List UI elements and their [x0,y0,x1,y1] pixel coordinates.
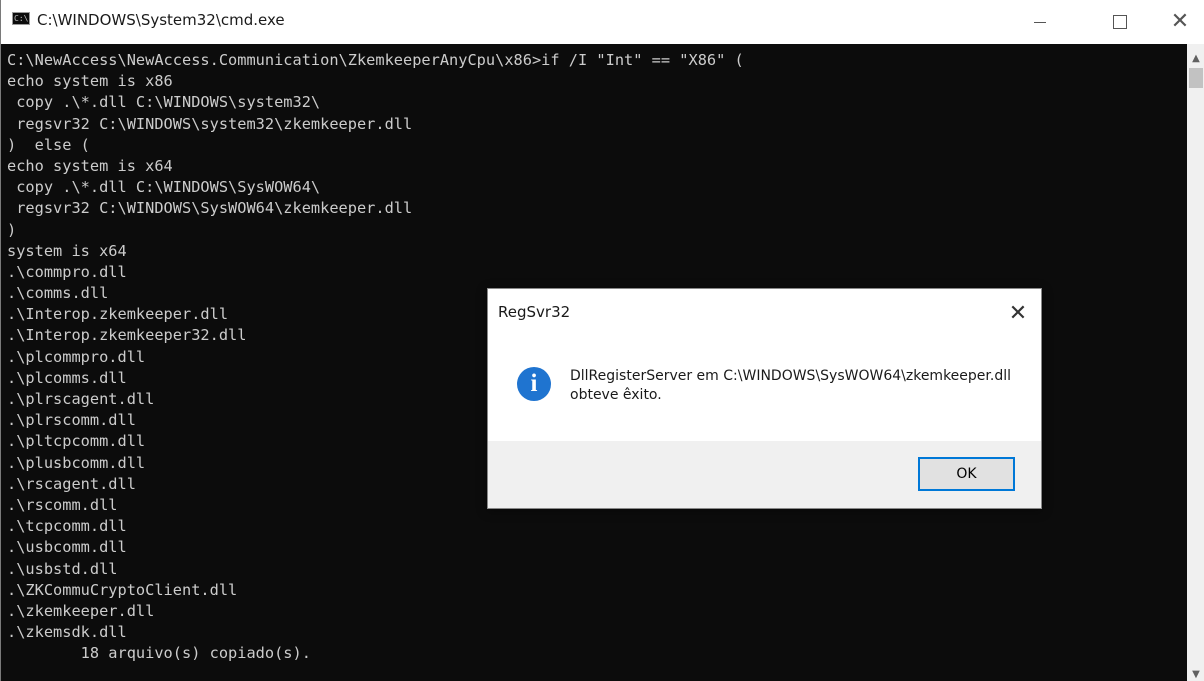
vertical-scrollbar[interactable]: ▲ ▼ [1187,44,1204,681]
console-line: .\commpro.dll [7,262,127,281]
dialog-message-line-2: obteve êxito. [570,387,662,403]
scroll-thumb[interactable] [1189,68,1203,88]
maximize-icon [1113,15,1127,29]
minimize-button[interactable] [1017,0,1063,44]
console-line: ) else ( [7,135,90,154]
dialog-message: DllRegisterServer em C:\WINDOWS\SysWOW64… [570,367,1025,405]
close-button[interactable]: ✕ [1157,0,1203,44]
console-line: ) [7,220,17,239]
console-line: regsvr32 C:\WINDOWS\system32\zkemkeeper.… [7,114,413,133]
ok-button[interactable]: OK [918,457,1015,491]
dialog-title: RegSvr32 [498,303,571,321]
console-line: 18 arquivo(s) copiado(s). [7,644,311,663]
console-line: .\tcpcomm.dll [7,517,127,536]
console-line: C:\NewAccess\NewAccess.Communication\Zke… [7,51,744,69]
console-line: .\zkemsdk.dll [7,623,127,642]
window-title: C:\WINDOWS\System32\cmd.exe [37,11,285,29]
console-line: system is x64 [7,241,127,260]
dialog-message-line-1: DllRegisterServer em C:\WINDOWS\SysWOW64… [570,368,1011,384]
console-line: echo system is x86 [7,72,173,91]
console-line: regsvr32 C:\WINDOWS\SysWOW64\zkemkeeper.… [7,199,413,218]
info-icon: i [517,367,551,401]
minimize-icon [1034,21,1046,23]
dialog-footer: OK [488,441,1041,508]
console-line: echo system is x64 [7,156,173,175]
dialog-close-button[interactable]: ✕ [996,295,1040,331]
maximize-button[interactable] [1097,0,1143,44]
cmd-app-icon: C:\ [12,12,30,25]
console-line: copy .\*.dll C:\WINDOWS\SysWOW64\ [7,178,321,197]
title-bar[interactable]: C:\ C:\WINDOWS\System32\cmd.exe ✕ [1,0,1204,44]
close-icon: ✕ [1170,9,1190,34]
console-line: .\ZKCommuCryptoClient.dll [7,580,238,599]
scroll-up-arrow-icon[interactable]: ▲ [1190,54,1202,64]
close-icon: ✕ [1008,300,1028,326]
scroll-down-arrow-icon[interactable]: ▼ [1190,670,1202,680]
regsvr32-dialog: RegSvr32 ✕ i DllRegisterServer em C:\WIN… [487,288,1042,509]
console-line: .\usbcomm.dll [7,538,127,557]
console-line: copy .\*.dll C:\WINDOWS\system32\ [7,93,321,112]
console-line: .\usbstd.dll [7,559,118,578]
console-line: .\zkemkeeper.dll [7,601,155,620]
